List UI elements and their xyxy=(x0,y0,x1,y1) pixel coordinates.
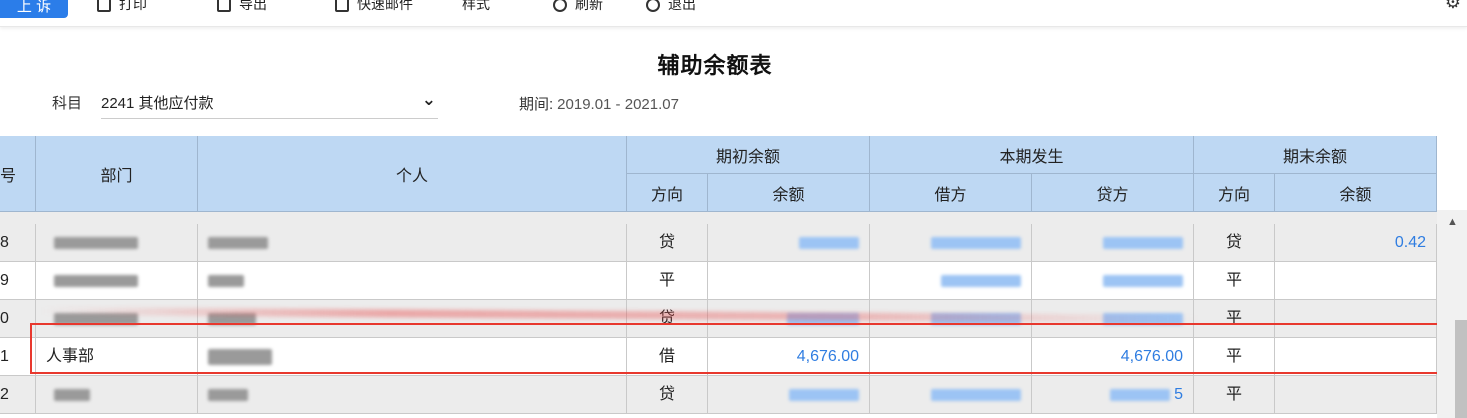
cell-open-direction: 贷 xyxy=(627,376,708,414)
export-button[interactable]: 导出 xyxy=(217,0,267,14)
table-row[interactable]: 8 贷 贷 0.42 xyxy=(0,224,1437,262)
cell-debit xyxy=(870,338,1032,376)
cell-debit xyxy=(870,262,1032,300)
cell-open-direction: 借 xyxy=(627,338,708,376)
cell-open-balance xyxy=(708,300,870,338)
toolbar: 上 诉 打印 导出 快速邮件 样式 刷新 退出 ⚙ xyxy=(0,0,1467,27)
gear-icon[interactable]: ⚙ xyxy=(1445,0,1461,13)
cell-credit: 5 xyxy=(1032,376,1194,414)
exit-button[interactable]: 退出 xyxy=(646,0,696,14)
cell-debit xyxy=(870,300,1032,338)
header-opening-balance: 期初余额 xyxy=(627,136,870,174)
cell-credit: 4,676.00 xyxy=(1032,338,1194,376)
cell-credit xyxy=(1032,300,1194,338)
cell-department: 人事部 xyxy=(36,338,198,376)
cell-open-balance xyxy=(708,262,870,300)
cell-close-balance xyxy=(1275,376,1437,414)
cell-person xyxy=(198,376,627,414)
cell-person xyxy=(198,224,627,262)
cell-credit xyxy=(1032,262,1194,300)
cell-open-direction: 平 xyxy=(627,262,708,300)
cell-open-balance: 4,676.00 xyxy=(708,338,870,376)
cell-department xyxy=(36,300,198,338)
cell-seq: 0 xyxy=(0,300,36,338)
subject-select[interactable]: 2241 其他应付款 ⌄ xyxy=(101,88,438,119)
cell-debit xyxy=(870,376,1032,414)
cell-close-direction: 平 xyxy=(1194,262,1275,300)
cell-close-direction: 平 xyxy=(1194,376,1275,414)
chevron-down-icon: ⌄ xyxy=(421,90,436,109)
mail-icon xyxy=(335,0,349,13)
quick-mail-button[interactable]: 快速邮件 xyxy=(335,0,413,14)
cell-seq: 9 xyxy=(0,262,36,300)
scrollbar-thumb[interactable] xyxy=(1455,320,1467,418)
cell-close-balance xyxy=(1275,262,1437,300)
header-person: 个人 xyxy=(198,136,627,212)
header-open-direction: 方向 xyxy=(627,174,708,212)
cell-person xyxy=(198,300,627,338)
cell-seq: 2 xyxy=(0,376,36,414)
cell-close-balance: 0.42 xyxy=(1275,224,1437,262)
style-button[interactable]: 样式 xyxy=(462,0,490,14)
subject-label: 科目 xyxy=(52,95,83,112)
print-button[interactable]: 打印 xyxy=(97,0,147,14)
header-close-balance: 余额 xyxy=(1275,174,1437,212)
balance-table: 号 部门 个人 期初余额 本期发生 期末余额 方向 余额 借方 贷方 方向 余额… xyxy=(0,136,1437,418)
vertical-scrollbar[interactable]: ▲ xyxy=(1437,210,1467,418)
cell-close-direction: 贷 xyxy=(1194,224,1275,262)
cell-credit xyxy=(1032,224,1194,262)
period-label: 期间: xyxy=(519,96,554,113)
cell-close-direction: 平 xyxy=(1194,300,1275,338)
period-value: 2019.01 - 2021.07 xyxy=(557,96,679,113)
header-debit: 借方 xyxy=(870,174,1032,212)
header-open-balance: 余额 xyxy=(708,174,870,212)
table-row-highlighted[interactable]: 1 人事部 借 4,676.00 4,676.00 平 xyxy=(0,338,1437,376)
cell-open-direction: 贷 xyxy=(627,300,708,338)
print-icon xyxy=(97,0,111,13)
table-row[interactable]: 0 贷 平 xyxy=(0,300,1437,338)
cell-close-direction: 平 xyxy=(1194,338,1275,376)
cell-seq: 1 xyxy=(0,338,36,376)
refresh-button[interactable]: 刷新 xyxy=(553,0,603,14)
cell-department xyxy=(36,262,198,300)
subject-value: 2241 其他应付款 xyxy=(101,95,214,112)
cell-open-balance xyxy=(708,376,870,414)
cell-person xyxy=(198,338,627,376)
cell-open-balance xyxy=(708,224,870,262)
cell-department xyxy=(36,376,198,414)
primary-action-button[interactable]: 上 诉 xyxy=(0,0,68,18)
cell-close-balance xyxy=(1275,338,1437,376)
header-department: 部门 xyxy=(36,136,198,212)
cell-close-balance xyxy=(1275,300,1437,338)
exit-icon xyxy=(646,0,660,13)
cell-debit xyxy=(870,224,1032,262)
cell-department xyxy=(36,224,198,262)
header-closing-balance: 期末余额 xyxy=(1194,136,1437,174)
period: 期间: 2019.01 - 2021.07 xyxy=(519,93,679,114)
header-current-period: 本期发生 xyxy=(870,136,1194,174)
export-icon xyxy=(217,0,231,13)
header-close-direction: 方向 xyxy=(1194,174,1275,212)
report-title: 辅助余额表 xyxy=(657,53,773,78)
cell-open-direction: 贷 xyxy=(627,224,708,262)
table-row[interactable]: 9 平 平 xyxy=(0,262,1437,300)
cell-person xyxy=(198,262,627,300)
header-seq: 号 xyxy=(0,136,36,212)
refresh-icon xyxy=(553,0,567,13)
table-row[interactable]: 2 贷 5 平 xyxy=(0,376,1437,414)
scroll-up-icon[interactable]: ▲ xyxy=(1447,216,1458,228)
header-credit: 贷方 xyxy=(1032,174,1194,212)
cell-seq: 8 xyxy=(0,224,36,262)
